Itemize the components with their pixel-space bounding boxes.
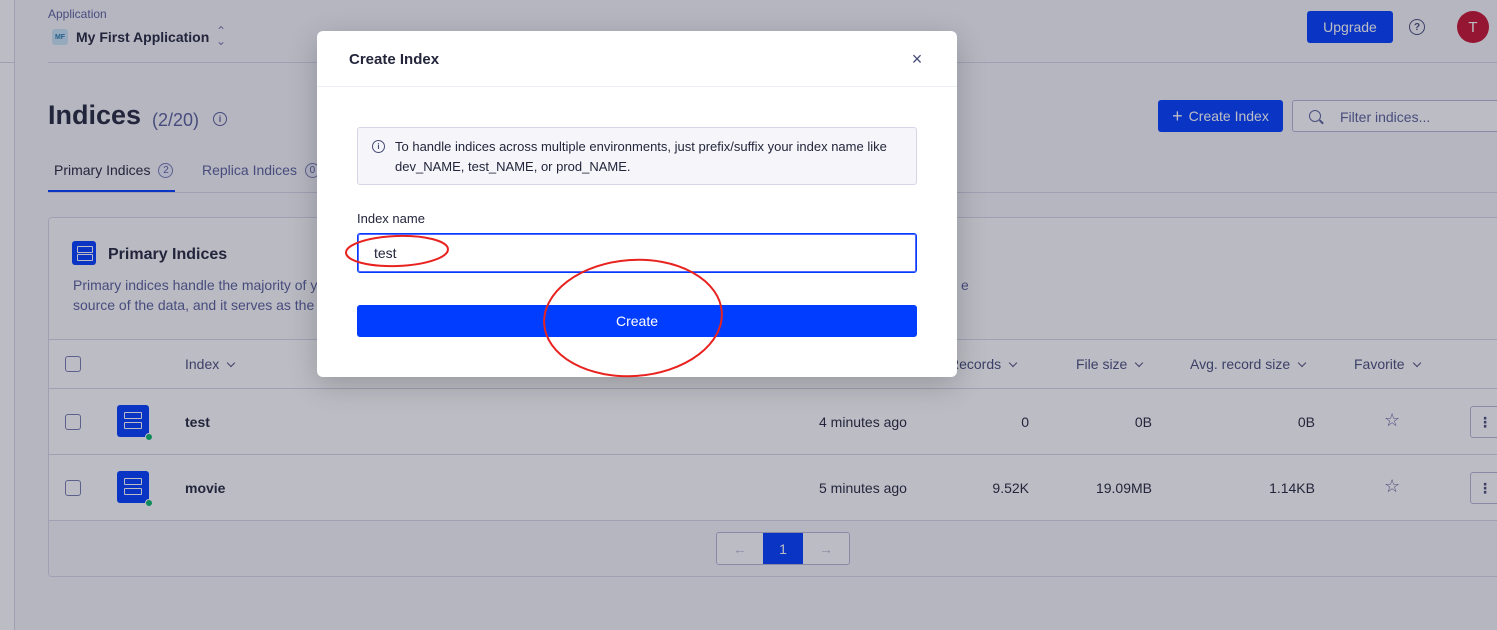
dialog-header: Create Index × bbox=[317, 31, 957, 87]
index-name-input[interactable] bbox=[357, 233, 917, 273]
notice-text: To handle indices across multiple enviro… bbox=[395, 139, 887, 174]
close-icon[interactable]: × bbox=[907, 49, 927, 69]
environment-notice: i To handle indices across multiple envi… bbox=[357, 127, 917, 185]
create-button[interactable]: Create bbox=[357, 305, 917, 337]
dialog-title: Create Index bbox=[349, 51, 440, 68]
info-icon: i bbox=[372, 140, 385, 153]
create-index-dialog: Create Index × i To handle indices acros… bbox=[317, 31, 957, 377]
index-name-label: Index name bbox=[357, 211, 425, 226]
